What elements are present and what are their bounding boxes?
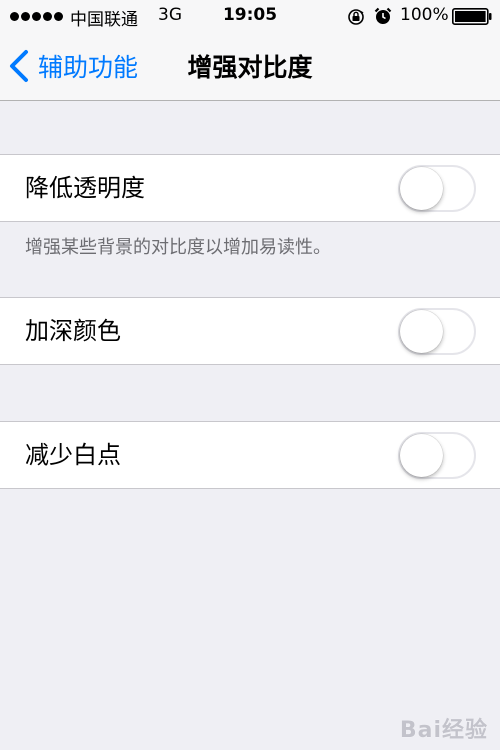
top-bar: 中国联通 3G 19:05 100% 辅助功能 增强对比度 (0, 0, 500, 101)
setting-row-reduce-transparency: 降低透明度 (0, 154, 500, 222)
battery-percentage: 100% (400, 5, 449, 25)
darken-colors-toggle[interactable] (398, 308, 476, 355)
battery-icon (452, 8, 492, 25)
alarm-clock-icon (374, 7, 392, 24)
reduce-white-point-toggle[interactable] (398, 432, 476, 479)
setting-label: 加深颜色 (25, 317, 121, 345)
section-footer-note: 增强某些背景的对比度以增加易读性。 (25, 237, 331, 258)
toggle-knob (400, 167, 443, 210)
watermark: Bai经验 (399, 718, 488, 743)
toggle-knob (400, 434, 443, 477)
reduce-transparency-toggle[interactable] (398, 165, 476, 212)
screen: 中国联通 3G 19:05 100% 辅助功能 增强对比度 降低透明度 增强某些… (0, 0, 500, 750)
rotation-lock-icon (348, 9, 364, 25)
toggle-knob (400, 310, 443, 353)
navigation-bar: 辅助功能 增强对比度 (0, 32, 500, 100)
status-bar: 中国联通 3G 19:05 100% (0, 0, 500, 32)
setting-label: 降低透明度 (25, 174, 145, 202)
setting-row-darken-colors: 加深颜色 (0, 297, 500, 365)
setting-label: 减少白点 (25, 441, 121, 469)
setting-row-reduce-white-point: 减少白点 (0, 421, 500, 489)
page-title: 增强对比度 (187, 53, 313, 82)
